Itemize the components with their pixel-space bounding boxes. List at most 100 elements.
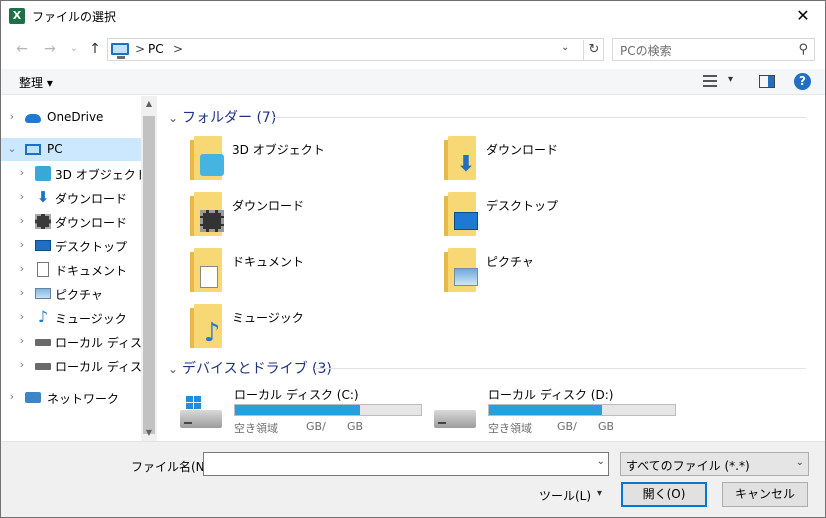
desktop-icon [454,212,478,230]
search-input[interactable]: PCの検索 [620,42,672,59]
open-button[interactable]: 開く(O) [621,482,707,507]
folder-item[interactable]: デスクトップ [440,192,680,244]
scroll-up-icon[interactable]: ▲ [141,96,157,112]
drive-item-d[interactable]: ローカル ディスク (D:) 空き領域 GB/ GB [432,386,692,441]
download-icon: ⬇ [36,188,50,206]
folder-item[interactable]: ピクチャ [440,248,680,300]
folder-item[interactable]: ⬇ ダウンロード [440,136,680,188]
sidebar-item-network[interactable]: › ネットワーク [1,386,141,409]
drive-icon [35,339,51,346]
sidebar-item-desktop[interactable]: › デスクトップ [1,234,141,257]
view-options-icon[interactable] [703,75,717,87]
document-icon [37,262,49,277]
dialog-footer: ファイル名(N): ⌄ すべてのファイル (*.*) ⌄ ツール(L) ▾ 開く… [1,441,825,517]
collapse-chevron-icon[interactable]: ⌄ [7,142,17,155]
organize-button[interactable]: 整理 ▾ [19,74,53,91]
sidebar-item-pc[interactable]: ⌄ PC [1,138,141,161]
sidebar-item-videos[interactable]: › ダウンロード [1,210,141,233]
drives-group-header[interactable]: ⌄ デバイスとドライブ (3) [168,358,332,378]
drive-item-c[interactable]: ローカル ディスク (C:) 空き領域 GB/ GB [178,386,438,441]
folder-item[interactable]: 3D オブジェクト [186,136,426,188]
sidebar-item-label: ローカル ディスク (C [55,336,141,350]
file-open-dialog: X ファイルの選択 ✕ ← → ⌄ ↑ > PC > ⌄ ↻ PCの検索 ⚲ 整… [0,0,826,518]
sidebar-item-label: ネットワーク [47,392,120,406]
sidebar-item-label: PC [47,142,63,156]
chevron-down-icon[interactable]: ⌄ [796,457,804,468]
view-dropdown-icon[interactable]: ▾ [728,74,733,85]
music-icon: ♪ [37,307,49,326]
scroll-down-icon[interactable]: ▼ [141,425,157,441]
drive-icon [178,396,224,430]
expand-chevron-icon[interactable]: › [17,190,27,203]
file-list-scrollbar[interactable] [808,96,825,441]
folder-item[interactable]: ♪ ミュージック [186,304,426,356]
close-button[interactable]: ✕ [781,1,825,31]
folders-group-header[interactable]: ⌄ フォルダー (7) [168,107,276,127]
expand-chevron-icon[interactable]: › [7,390,17,403]
breadcrumb-separator[interactable]: > [173,42,183,56]
sidebar-item-local-disk-d[interactable]: › ローカル ディスク (D [1,354,141,377]
sidebar-item-3d-objects[interactable]: › 3D オブジェクト [1,162,148,185]
pc-icon [111,43,129,59]
expand-chevron-icon[interactable]: › [17,262,27,275]
search-box[interactable]: PCの検索 ⚲ [612,38,815,61]
folder-item[interactable]: ダウンロード [186,192,426,244]
sidebar-item-local-disk-c[interactable]: › ローカル ディスク (C [1,330,141,353]
forward-button[interactable]: → [39,39,61,59]
breadcrumb-separator[interactable]: > [135,42,145,56]
breadcrumb-pc[interactable]: PC [148,42,164,56]
video-icon [35,214,51,229]
sidebar-item-downloads[interactable]: › ⬇ ダウンロード [1,186,141,209]
help-icon[interactable]: ? [794,73,811,90]
cloud-icon [25,114,41,123]
recent-locations-button[interactable]: ⌄ [63,39,85,59]
cancel-button[interactable]: キャンセル [722,482,808,507]
search-icon[interactable]: ⚲ [798,42,808,57]
cube-icon [200,154,224,176]
drive-icon [432,396,478,430]
folder-icon: ⬇ [440,136,480,180]
network-icon [25,392,41,403]
folder-name: ダウンロード [232,199,305,213]
collapse-chevron-icon[interactable]: ⌄ [168,111,182,125]
filename-label: ファイル名(N): [131,460,214,474]
picture-icon [35,288,51,299]
drive-unit: GB [347,420,364,433]
drive-free-label: 空き領域 [234,422,278,435]
refresh-button[interactable]: ↻ [583,40,604,60]
expand-chevron-icon[interactable]: › [17,358,27,371]
filename-input[interactable]: ⌄ [203,452,609,476]
drive-unit: GB [598,420,615,433]
preview-pane-icon[interactable] [759,75,775,88]
filename-dropdown-icon[interactable]: ⌄ [597,456,605,467]
address-bar[interactable]: > PC > ⌄ ↻ [107,38,604,61]
cube-icon [35,166,51,181]
sidebar-scrollbar[interactable]: ▲ ▼ [141,96,157,441]
title-bar: X ファイルの選択 ✕ [1,1,825,31]
sidebar-item-documents[interactable]: › ドキュメント [1,258,141,281]
download-icon: ⬇ [456,152,476,177]
scrollbar-thumb[interactable] [143,116,155,434]
sidebar-item-onedrive[interactable]: › OneDrive [1,106,141,129]
expand-chevron-icon[interactable]: › [17,214,27,227]
expand-chevron-icon[interactable]: › [17,238,27,251]
collapse-chevron-icon[interactable]: ⌄ [168,362,182,376]
sidebar-item-music[interactable]: › ♪ ミュージック [1,306,141,329]
expand-chevron-icon[interactable]: › [17,166,27,179]
tools-dropdown-icon[interactable]: ▾ [597,488,602,499]
up-button[interactable]: ↑ [84,39,106,59]
picture-icon [454,268,478,286]
back-button[interactable]: ← [11,39,33,59]
expand-chevron-icon[interactable]: › [7,110,17,123]
folder-item[interactable]: ドキュメント [186,248,426,300]
expand-chevron-icon[interactable]: › [17,334,27,347]
folder-icon [186,136,226,180]
expand-chevron-icon[interactable]: › [17,310,27,323]
file-type-select[interactable]: すべてのファイル (*.*) ⌄ [620,452,809,476]
address-dropdown-icon[interactable]: ⌄ [561,42,569,53]
tools-button[interactable]: ツール(L) [539,487,591,504]
sidebar-item-pictures[interactable]: › ピクチャ [1,282,141,305]
expand-chevron-icon[interactable]: › [17,286,27,299]
folder-icon [440,248,480,292]
sidebar-item-label: ドキュメント [55,264,128,278]
